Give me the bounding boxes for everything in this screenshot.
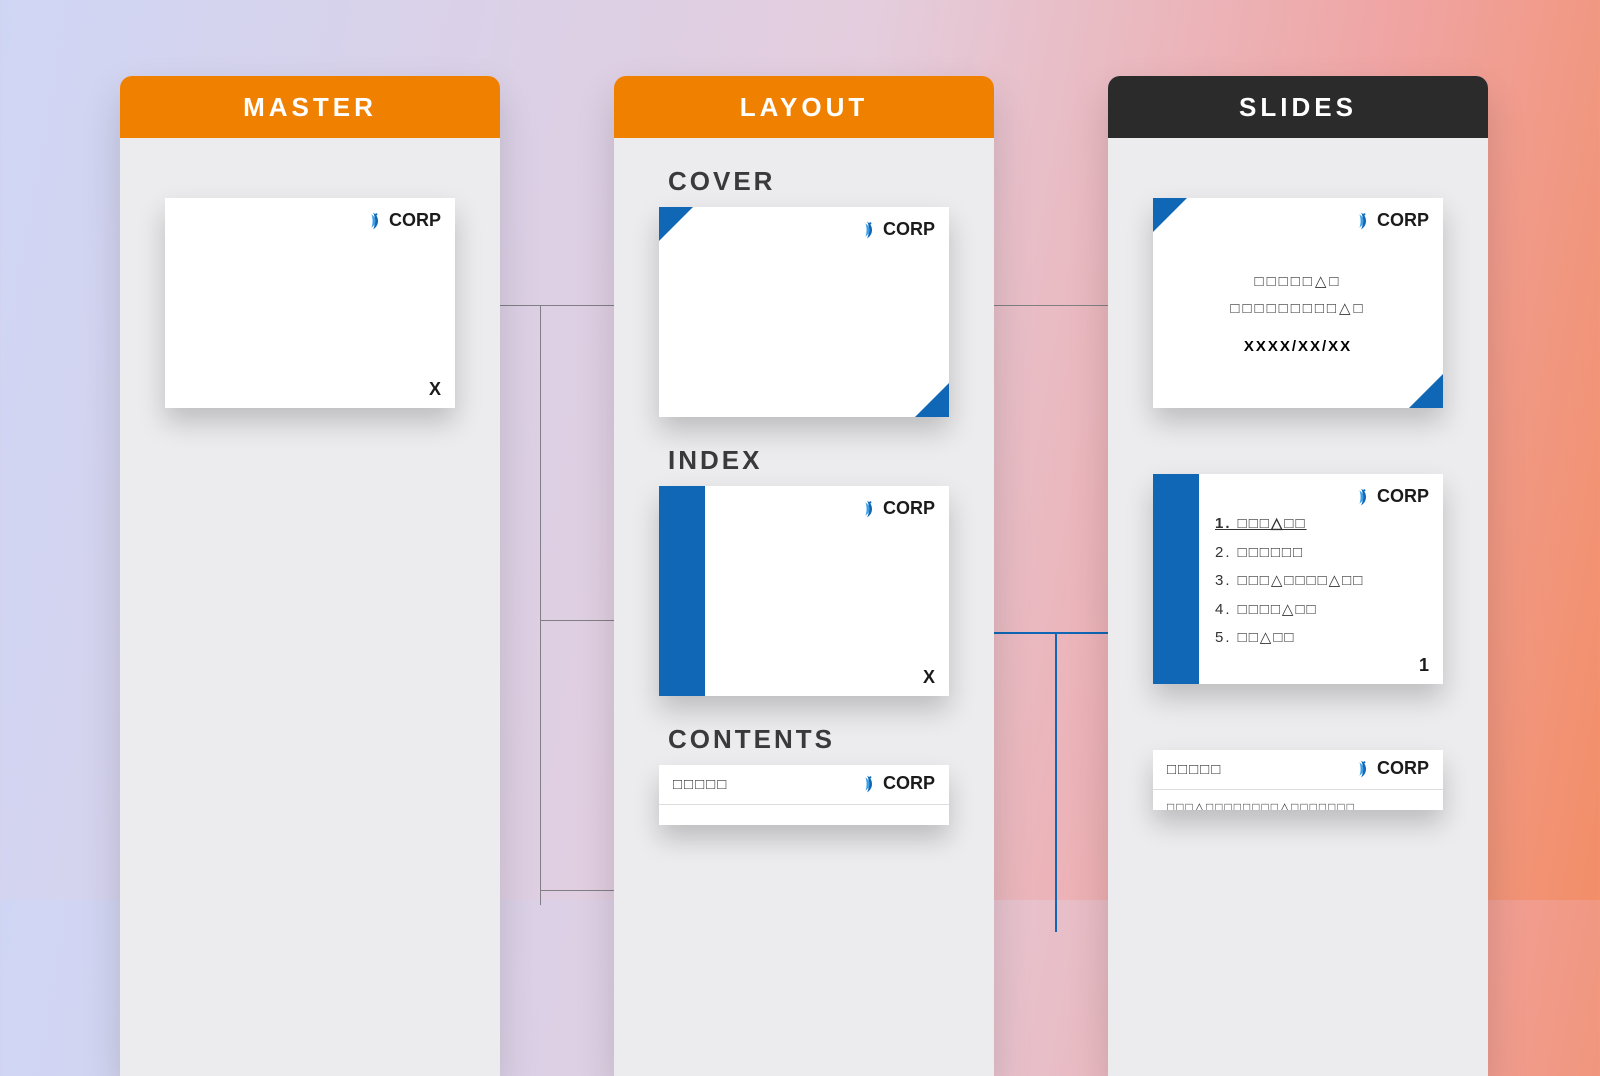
corp-name: CORP (389, 210, 441, 231)
corp-logo: CORP (857, 498, 935, 519)
corner-accent-icon (1153, 198, 1187, 232)
connector-master-vertical (540, 305, 541, 905)
corner-accent-icon (915, 383, 949, 417)
column-master-header: MASTER (120, 76, 500, 138)
section-index-title: INDEX (668, 445, 994, 476)
contents-body: □□□△□□□□□□□□△□□□□□□□ (1167, 800, 1429, 810)
column-layout: LAYOUT COVER CORP INDEX CORP X CONTENTS … (614, 76, 994, 1076)
corp-logo: CORP (857, 773, 935, 794)
slide-cover[interactable]: CORP □□□□□△□ □□□□□□□□□△□ XXXX/XX/XX (1153, 198, 1443, 408)
corp-logo: CORP (363, 210, 441, 231)
column-slides-header: SLIDES (1108, 76, 1488, 138)
corp-logo: CORP (1351, 758, 1429, 779)
column-master: MASTER CORP X (120, 76, 500, 1076)
column-layout-header: LAYOUT (614, 76, 994, 138)
sidebar-accent (659, 486, 705, 696)
slide-contents[interactable]: □□□□□ CORP □□□△□□□□□□□□△□□□□□□□ (1153, 750, 1443, 810)
master-slide-thumb[interactable]: CORP X (165, 198, 455, 408)
corp-logo: CORP (1351, 486, 1429, 507)
sidebar-accent (1153, 474, 1199, 684)
corp-logo: CORP (1351, 210, 1429, 231)
corp-logo: CORP (857, 219, 935, 240)
index-list: 1. □□□△□□ 2. □□□□□□ 3. □□□△□□□□△□□ 4. □□… (1215, 510, 1364, 653)
section-cover-title: COVER (668, 166, 994, 197)
layout-index-thumb[interactable]: CORP X (659, 486, 949, 696)
section-contents-title: CONTENTS (668, 724, 994, 755)
page-marker: X (429, 379, 441, 400)
page-marker: X (923, 667, 935, 688)
column-slides: SLIDES CORP □□□□□△□ □□□□□□□□□△□ XXXX/XX/… (1108, 76, 1488, 1076)
slide-index[interactable]: CORP 1. □□□△□□ 2. □□□□□□ 3. □□□△□□□□△□□ … (1153, 474, 1443, 684)
connector-index-vertical (1055, 632, 1057, 932)
page-number: 1 (1419, 655, 1429, 676)
layout-cover-thumb[interactable]: CORP (659, 207, 949, 417)
layout-contents-thumb[interactable]: □□□□□ CORP (659, 765, 949, 825)
cover-title-block: □□□□□△□ □□□□□□□□□△□ (1153, 268, 1443, 322)
corner-accent-icon (659, 207, 693, 241)
cover-date: XXXX/XX/XX (1153, 338, 1443, 355)
corner-accent-icon (1409, 374, 1443, 408)
